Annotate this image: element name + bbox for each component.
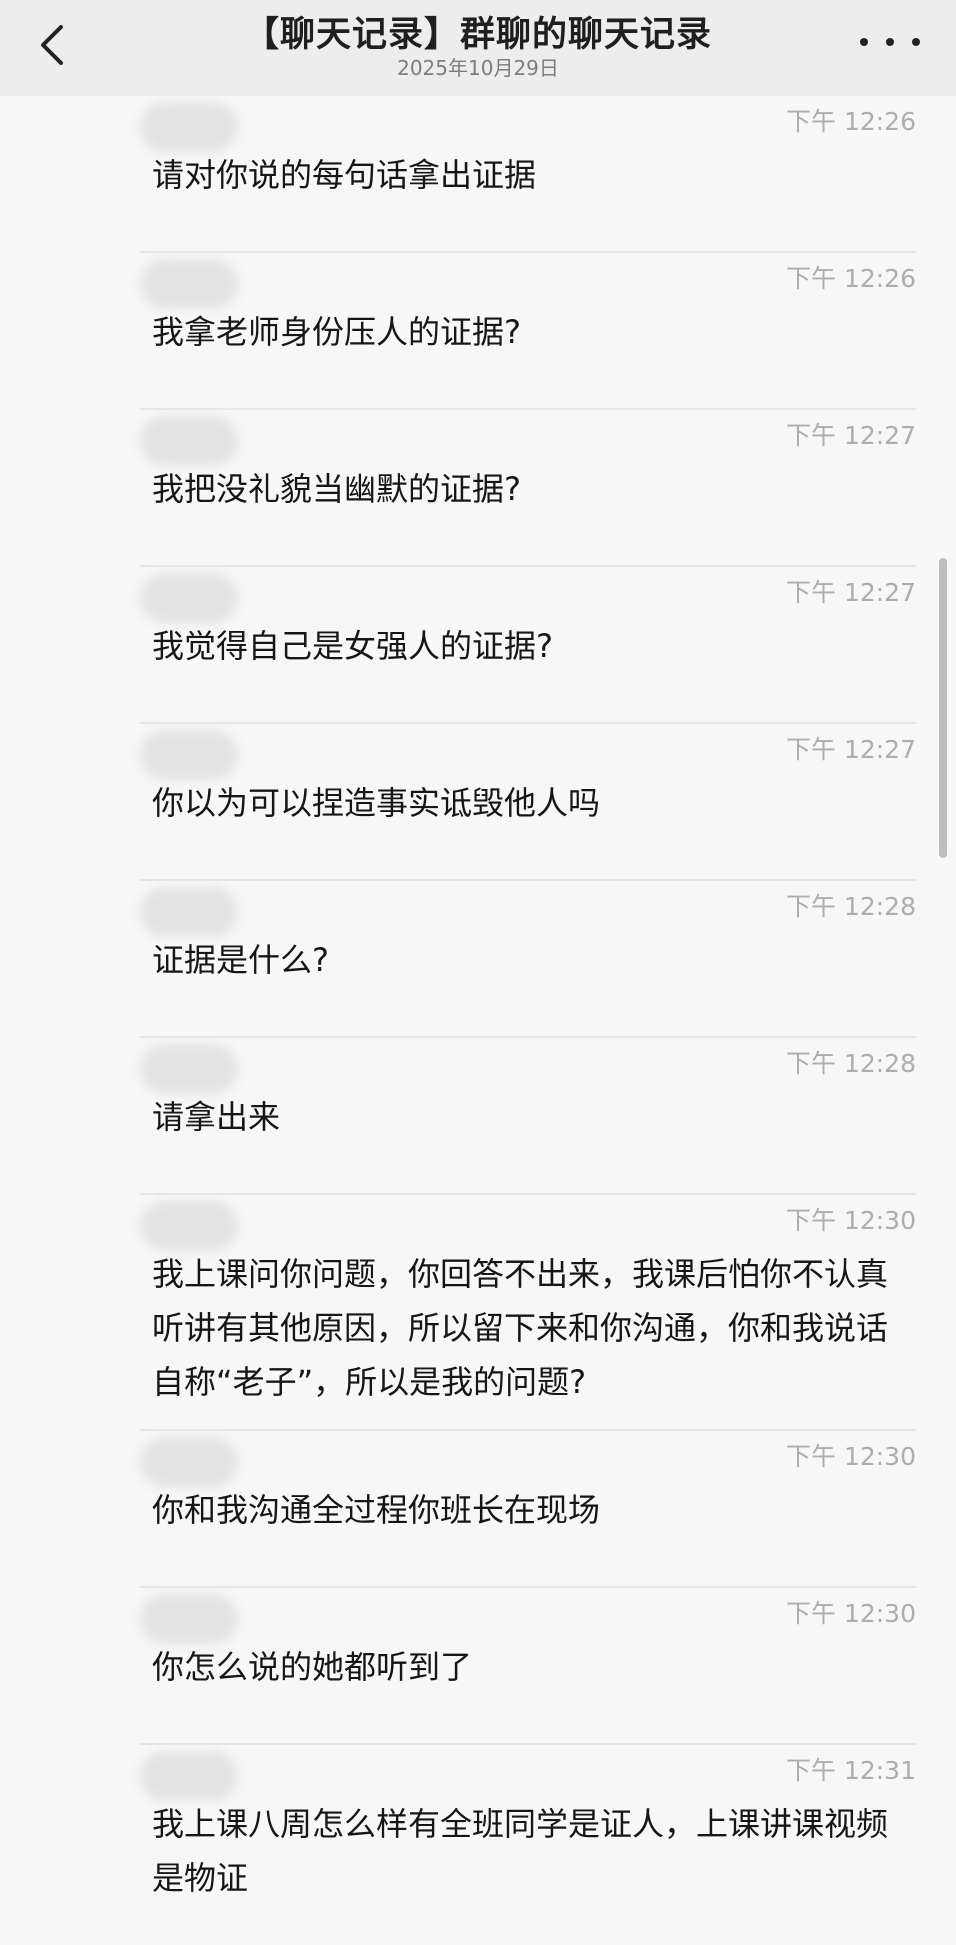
message-text: 证据是什么? bbox=[152, 941, 329, 979]
page-title: 【聊天记录】群聊的聊天记录 bbox=[243, 15, 712, 55]
message-time: 下午 12:31 bbox=[786, 1756, 916, 1785]
message-item[interactable]: 下午 12:26 我拿老师身份压人的证据? bbox=[0, 253, 956, 410]
sender-name-blurred bbox=[140, 1751, 238, 1801]
message-time: 下午 12:26 bbox=[786, 264, 916, 293]
title-bar: 【聊天记录】群聊的聊天记录 2025年10月29日 bbox=[0, 0, 956, 96]
sender-name-blurred bbox=[140, 259, 238, 309]
message-time: 下午 12:26 bbox=[786, 107, 916, 136]
message-text: 请拿出来 bbox=[152, 1098, 281, 1136]
message-list: 下午 12:26 请对你说的每句话拿出证据 下午 12:26 我拿老师身份压人的… bbox=[0, 96, 956, 1945]
sender-name-blurred bbox=[140, 416, 238, 466]
more-button[interactable] bbox=[860, 22, 920, 62]
message-item[interactable]: 下午 12:27 我觉得自己是女强人的证据? bbox=[0, 567, 956, 724]
message-item[interactable]: 下午 12:28 证据是什么? bbox=[0, 881, 956, 1038]
message-text: 我上课问你问题，你回答不出来，我课后怕你不认真听讲有其他原因，所以留下来和你沟通… bbox=[152, 1255, 889, 1401]
scrollbar[interactable] bbox=[939, 558, 947, 858]
message-time: 下午 12:28 bbox=[786, 1049, 916, 1078]
sender-name-blurred bbox=[140, 1437, 238, 1487]
message-text: 请对你说的每句话拿出证据 bbox=[152, 156, 537, 194]
message-time: 下午 12:27 bbox=[786, 421, 916, 450]
more-dots-icon bbox=[860, 38, 868, 46]
message-text: 你怎么说的她都听到了 bbox=[152, 1648, 473, 1686]
message-time: 下午 12:30 bbox=[786, 1599, 916, 1628]
sender-name-blurred bbox=[140, 573, 238, 623]
page-date: 2025年10月29日 bbox=[397, 56, 559, 80]
message-text: 我拿老师身份压人的证据? bbox=[152, 313, 521, 351]
message-time: 下午 12:28 bbox=[786, 892, 916, 921]
sender-name-blurred bbox=[140, 102, 238, 152]
sender-name-blurred bbox=[140, 887, 238, 937]
message-time: 下午 12:27 bbox=[786, 735, 916, 764]
message-text: 我把没礼貌当幽默的证据? bbox=[152, 470, 521, 508]
sender-name-blurred bbox=[140, 1044, 238, 1094]
message-item[interactable]: 下午 12:26 请对你说的每句话拿出证据 bbox=[0, 96, 956, 253]
message-text: 我觉得自己是女强人的证据? bbox=[152, 627, 553, 665]
message-item[interactable]: 下午 12:27 我把没礼貌当幽默的证据? bbox=[0, 410, 956, 567]
message-item[interactable]: 下午 12:31 我上课八周怎么样有全班同学是证人，上课讲课视频是物证 bbox=[0, 1745, 956, 1945]
message-text: 我上课八周怎么样有全班同学是证人，上课讲课视频是物证 bbox=[152, 1805, 889, 1897]
message-item[interactable]: 下午 12:30 你怎么说的她都听到了 bbox=[0, 1588, 956, 1745]
message-time: 下午 12:30 bbox=[786, 1442, 916, 1471]
sender-name-blurred bbox=[140, 1594, 238, 1644]
message-item[interactable]: 下午 12:28 请拿出来 bbox=[0, 1038, 956, 1195]
message-text: 你以为可以捏造事实诋毁他人吗 bbox=[152, 784, 601, 822]
sender-name-blurred bbox=[140, 730, 238, 780]
message-time: 下午 12:27 bbox=[786, 578, 916, 607]
message-text: 你和我沟通全过程你班长在现场 bbox=[152, 1491, 601, 1529]
message-item[interactable]: 下午 12:30 我上课问你问题，你回答不出来，我课后怕你不认真听讲有其他原因，… bbox=[0, 1195, 956, 1431]
message-item[interactable]: 下午 12:27 你以为可以捏造事实诋毁他人吗 bbox=[0, 724, 956, 881]
message-time: 下午 12:30 bbox=[786, 1206, 916, 1235]
message-item[interactable]: 下午 12:30 你和我沟通全过程你班长在现场 bbox=[0, 1431, 956, 1588]
sender-name-blurred bbox=[140, 1201, 238, 1251]
